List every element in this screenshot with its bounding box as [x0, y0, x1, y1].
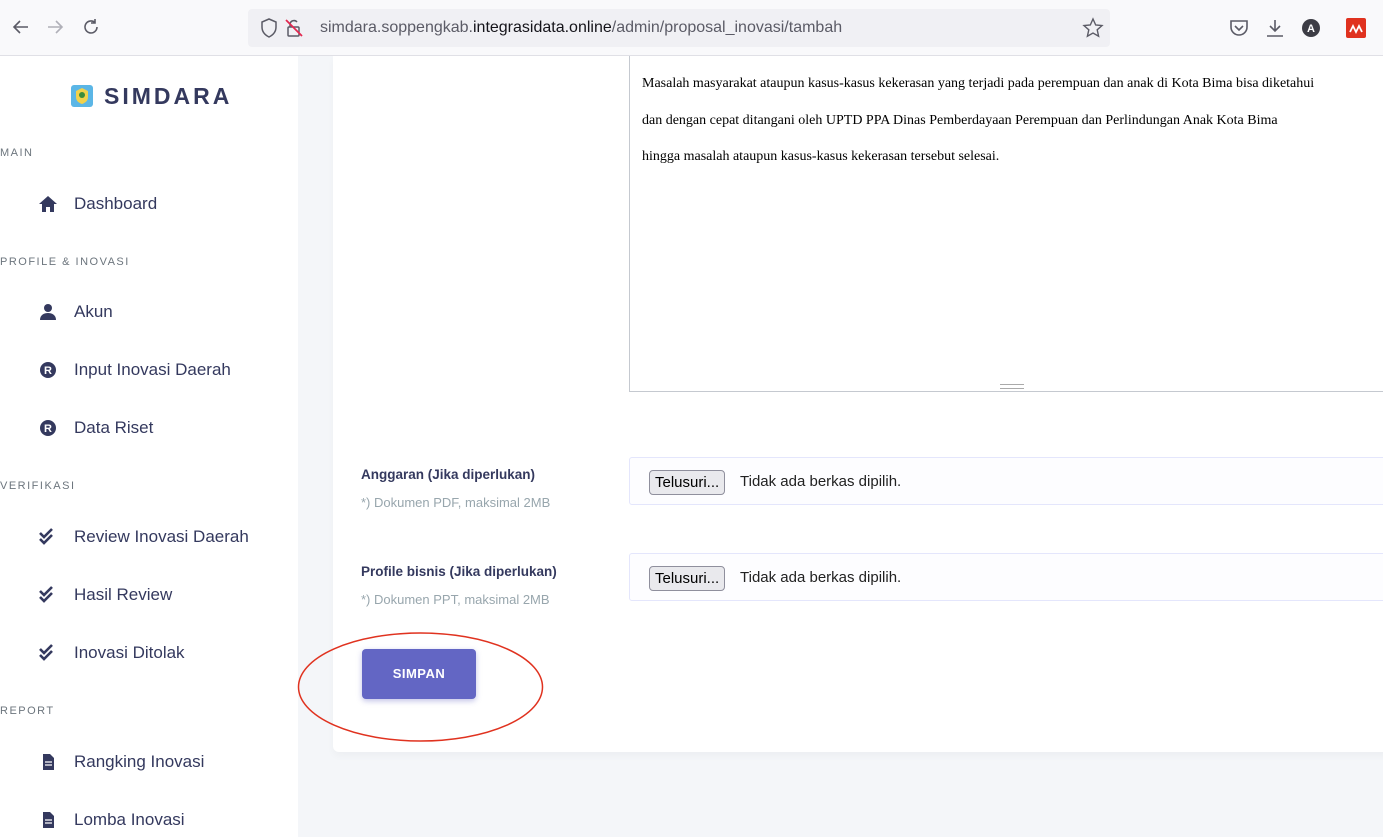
file-icon	[38, 811, 58, 829]
sidebar-item-label: Rangking Inovasi	[74, 752, 205, 771]
menu-header-main: MAIN	[0, 147, 34, 159]
sidebar-item-label: Hasil Review	[74, 585, 173, 604]
extension-icon[interactable]	[1345, 17, 1367, 39]
sidebar-item-label: Lomba Inovasi	[74, 810, 185, 829]
sidebar-item-rangking-inovasi[interactable]: Rangking Inovasi	[38, 747, 204, 777]
menu-header-verifikasi: VERIFIKASI	[0, 480, 76, 492]
browse-button[interactable]: Telusuri...	[649, 470, 726, 495]
pocket-icon[interactable]	[1228, 17, 1250, 39]
registered-icon: R	[38, 419, 58, 437]
check-double-icon	[38, 644, 58, 662]
anggaran-hint: *) Dokumen PDF, maksimal 2MB	[361, 495, 551, 510]
lock-insecure-icon[interactable]	[284, 18, 304, 38]
check-double-icon	[38, 528, 58, 546]
user-icon	[38, 303, 58, 321]
shield-icon[interactable]	[260, 18, 278, 38]
sidebar-item-inovasi-ditolak[interactable]: Inovasi Ditolak	[38, 638, 185, 668]
account-icon[interactable]: A	[1300, 17, 1322, 39]
file-icon	[38, 753, 58, 771]
url-bar[interactable]: simdara.soppengkab.integrasidata.online/…	[248, 9, 1110, 47]
back-arrow-icon[interactable]	[10, 16, 32, 38]
textarea-line: Masalah masyarakat ataupun kasus-kasus k…	[642, 76, 1315, 91]
sidebar-item-hasil-review[interactable]: Hasil Review	[38, 580, 172, 610]
anggaran-label: Anggaran (Jika diperlukan)	[361, 467, 536, 482]
brand-name: SIMDARA	[104, 82, 233, 109]
textarea-line: dan dengan cepat ditangani oleh UPTD PPA…	[642, 112, 1278, 128]
url-text: simdara.soppengkab.integrasidata.online/…	[320, 19, 842, 37]
browse-button[interactable]: Telusuri...	[649, 566, 726, 591]
file-status: Tidak ada berkas dipilih.	[740, 569, 902, 586]
textarea-line: hingga masalah ataupun kasus-kasus keker…	[642, 149, 1000, 164]
brand-logo-icon	[71, 85, 93, 107]
svg-text:A: A	[1307, 23, 1315, 35]
sidebar-item-label: Dashboard	[74, 194, 158, 213]
sidebar-item-lomba-inovasi[interactable]: Lomba Inovasi	[38, 805, 185, 835]
sidebar-item-label: Data Riset	[74, 418, 154, 437]
forward-arrow-icon[interactable]	[44, 16, 66, 38]
url-prefix: simdara.soppengkab.	[320, 19, 473, 36]
file-status: Tidak ada berkas dipilih.	[740, 473, 902, 490]
textarea-content: Masalah masyarakat ataupun kasus-kasus k…	[642, 66, 1383, 176]
resize-handle[interactable]	[1000, 384, 1024, 389]
svg-text:R: R	[44, 423, 52, 435]
browser-toolbar: simdara.soppengkab.integrasidata.online/…	[0, 0, 1383, 56]
sidebar-item-label: Akun	[74, 302, 113, 321]
registered-icon: R	[38, 361, 58, 379]
sidebar-item-label: Input Inovasi Daerah	[74, 360, 231, 379]
brand[interactable]: SIMDARA	[70, 82, 232, 110]
svg-text:R: R	[44, 365, 52, 377]
star-icon[interactable]	[1082, 17, 1104, 39]
sidebar-item-label: Inovasi Ditolak	[74, 643, 185, 662]
description-textarea[interactable]: Masalah masyarakat ataupun kasus-kasus k…	[629, 56, 1383, 392]
check-double-icon	[38, 586, 58, 604]
url-path: /admin/proposal_inovasi/tambah	[611, 19, 843, 36]
sidebar-item-dashboard[interactable]: Dashboard	[38, 189, 157, 219]
menu-header-profile: PROFILE & INOVASI	[0, 256, 130, 268]
sidebar: SIMDARA MAIN Dashboard PROFILE & INOVASI…	[0, 56, 298, 837]
sidebar-item-label: Review Inovasi Daerah	[74, 527, 249, 546]
annotation-ellipse	[297, 632, 544, 742]
url-host: integrasidata.online	[472, 19, 612, 36]
sidebar-item-review-inovasi[interactable]: Review Inovasi Daerah	[38, 522, 249, 552]
profile-bisnis-hint: *) Dokumen PPT, maksimal 2MB	[361, 592, 550, 607]
sidebar-item-data-riset[interactable]: R Data Riset	[38, 413, 153, 443]
profile-bisnis-label: Profile bisnis (Jika diperlukan)	[361, 564, 557, 579]
sidebar-item-input-inovasi[interactable]: R Input Inovasi Daerah	[38, 355, 231, 385]
anggaran-file-input[interactable]: Telusuri... Tidak ada berkas dipilih.	[629, 457, 1383, 505]
home-icon	[38, 195, 58, 213]
profile-bisnis-file-input[interactable]: Telusuri... Tidak ada berkas dipilih.	[629, 553, 1383, 601]
download-icon[interactable]	[1264, 17, 1286, 39]
sidebar-item-akun[interactable]: Akun	[38, 297, 113, 327]
reload-icon[interactable]	[80, 16, 102, 38]
menu-header-report: REPORT	[0, 705, 55, 717]
